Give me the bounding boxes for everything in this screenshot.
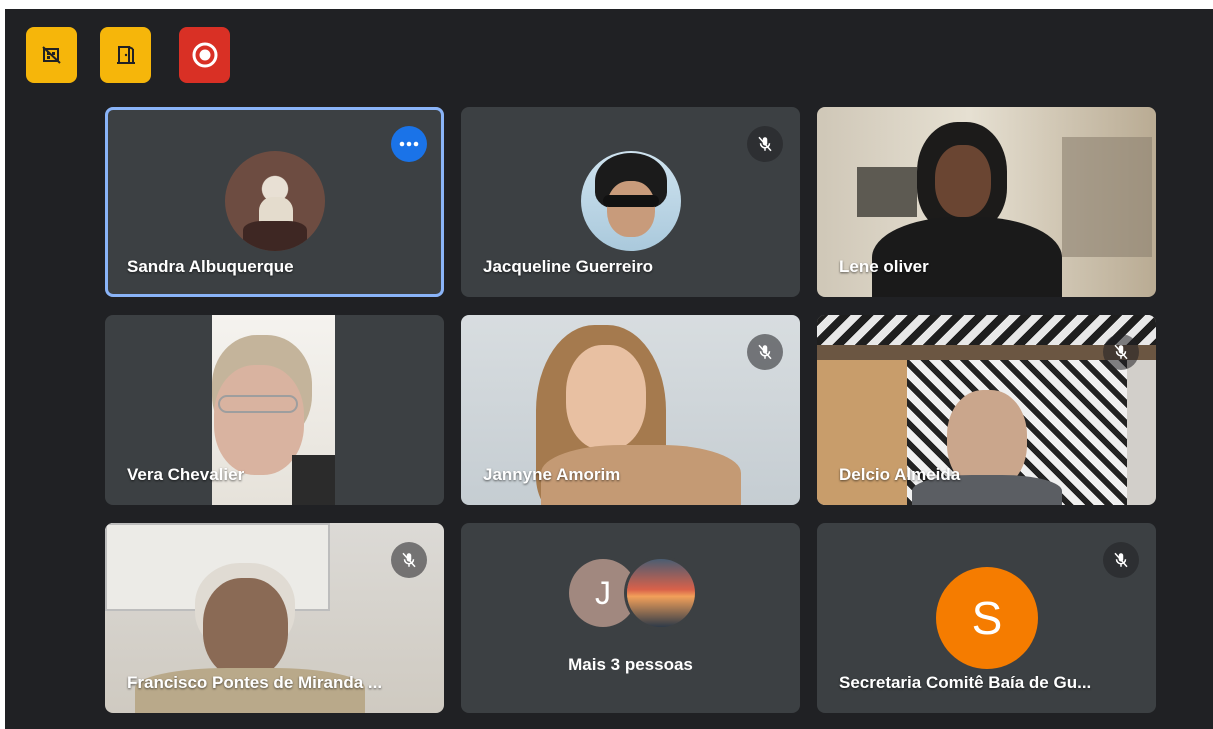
participant-tile-jannyne[interactable]: Jannyne Amorim [461, 315, 800, 505]
participant-tile-delcio[interactable]: Delcio Almeida [817, 315, 1156, 505]
participant-tile-francisco[interactable]: Francisco Pontes de Miranda ... [105, 523, 444, 713]
no-camera-scene-button[interactable] [26, 27, 77, 83]
record-button[interactable] [179, 27, 230, 83]
participant-name: Vera Chevalier [127, 465, 245, 484]
more-horiz-icon [399, 141, 419, 147]
participant-name: Delcio Almeida [839, 465, 961, 484]
record-icon [192, 42, 217, 68]
participant-name: Sandra Albuquerque [127, 257, 294, 276]
participant-face [566, 345, 646, 450]
muted-indicator [1103, 334, 1139, 370]
participant-face [203, 578, 288, 678]
mic-off-icon [1114, 344, 1128, 360]
muted-indicator [747, 126, 783, 162]
muted-indicator [391, 542, 427, 578]
participant-avatar [224, 151, 325, 251]
wall-collage [1062, 137, 1152, 257]
more-options-button[interactable] [391, 126, 427, 162]
participant-tile-vera[interactable]: Vera Chevalier [105, 315, 444, 505]
muted-indicator [1103, 542, 1139, 578]
leave-room-button[interactable] [100, 27, 151, 83]
more-people-label: Mais 3 pessoas [568, 655, 693, 674]
participant-avatar-letter: S [936, 567, 1038, 669]
wall-picture [857, 167, 917, 217]
participant-tile-secretaria[interactable]: S Secretaria Comitê Baía de Gu... [817, 523, 1156, 713]
muted-indicator [747, 334, 783, 370]
participant-avatar-sunset [627, 559, 695, 627]
more-people-tile[interactable]: J Mais 3 pessoas [461, 523, 800, 713]
participant-face [935, 145, 991, 217]
mic-off-icon [758, 136, 772, 152]
participant-avatar [580, 151, 681, 251]
no-camera-scene-icon [41, 46, 61, 64]
mic-off-icon [1114, 552, 1128, 568]
participant-name: Lene oliver [839, 257, 929, 276]
exit-door-icon [116, 46, 135, 64]
participant-name: Jannyne Amorim [483, 465, 621, 484]
participant-name: Francisco Pontes de Miranda ... [127, 673, 383, 692]
participant-name: Jacqueline Guerreiro [483, 257, 654, 276]
wallpaper-pattern [817, 315, 1156, 345]
mic-off-icon [758, 344, 772, 360]
meeting-stage: Sandra Albuquerque Jacqueline Guerreiro … [5, 9, 1213, 729]
participant-name: Secretaria Comitê Baía de Gu... [839, 673, 1092, 692]
participant-tile-jacqueline[interactable]: Jacqueline Guerreiro [461, 107, 800, 297]
participant-tile-lene[interactable]: Lene oliver [817, 107, 1156, 297]
mic-off-icon [402, 552, 416, 568]
participant-tile-sandra[interactable]: Sandra Albuquerque [105, 107, 444, 297]
